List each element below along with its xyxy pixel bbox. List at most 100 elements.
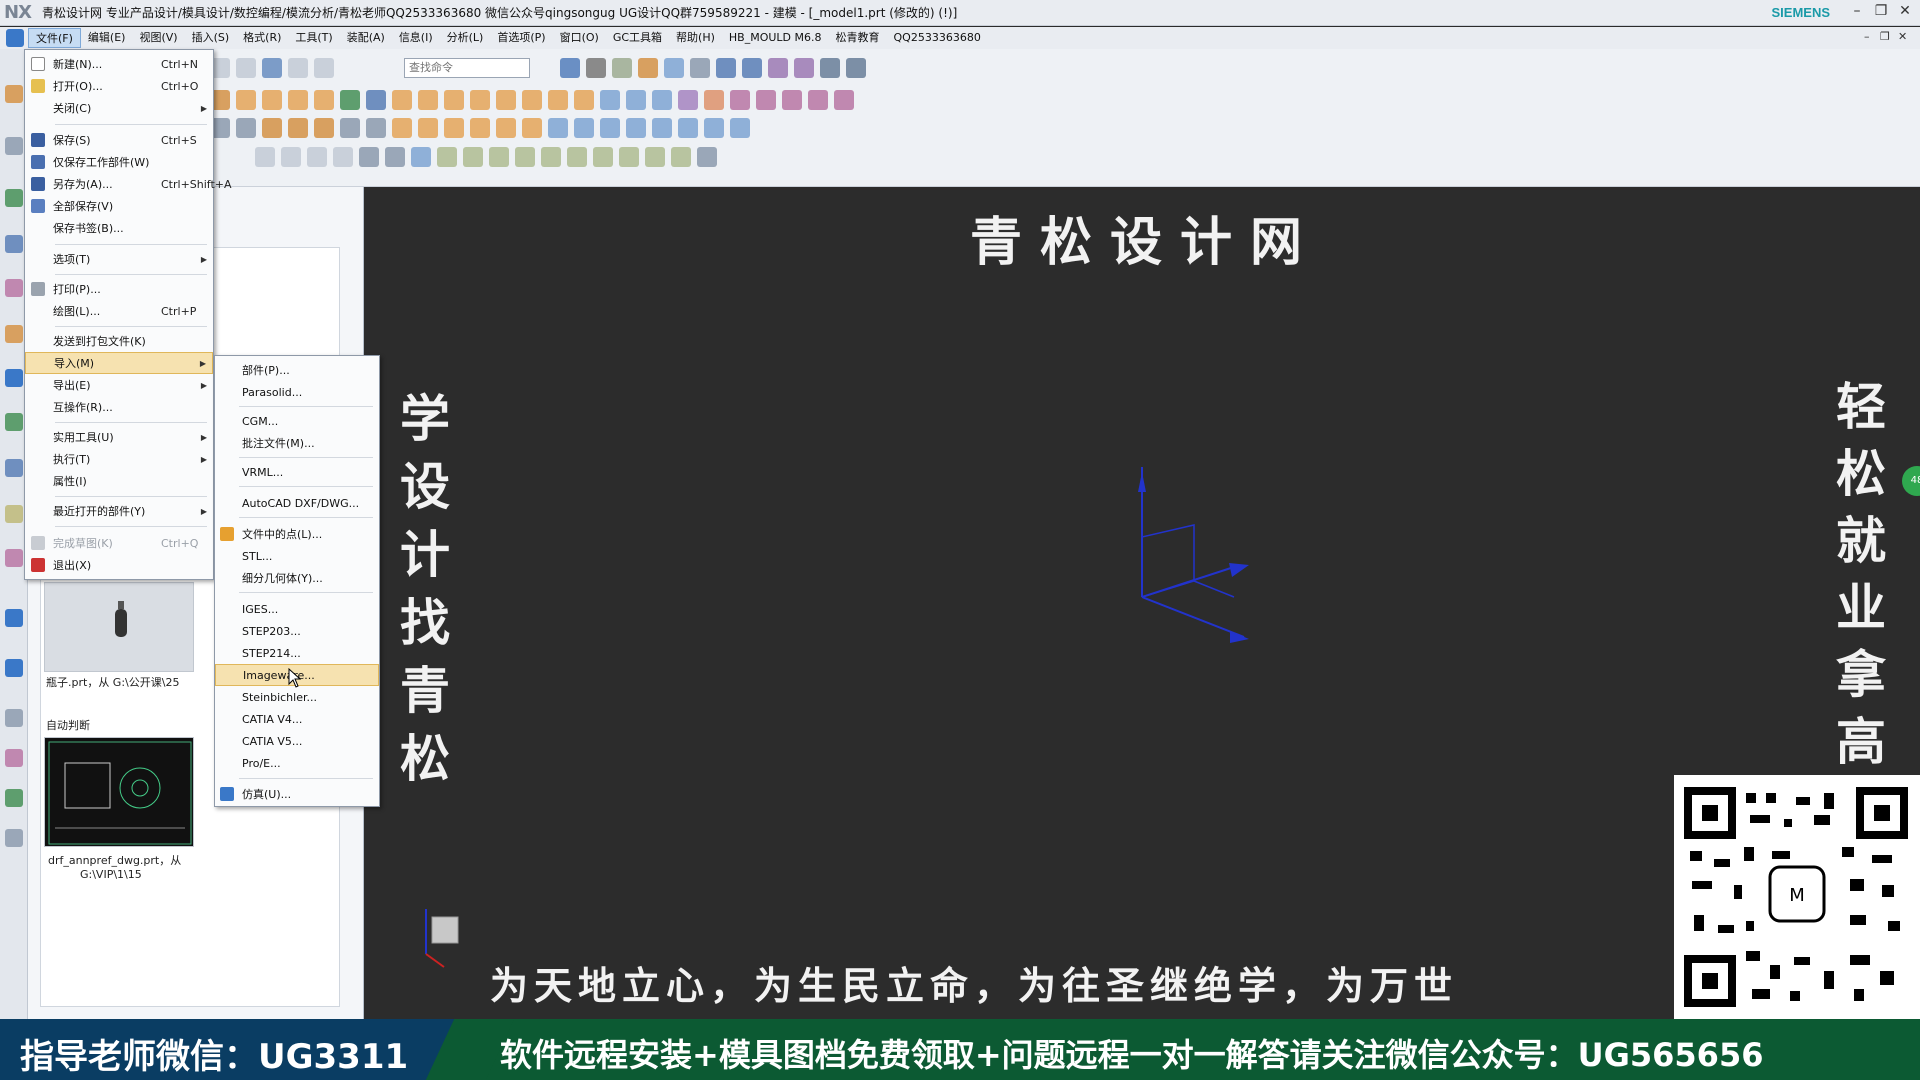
mirror-icon[interactable] bbox=[366, 90, 386, 110]
fillet-curve-icon[interactable] bbox=[470, 118, 490, 138]
import-subdivision-geometry[interactable]: 细分几何体(Y)... bbox=[215, 567, 379, 589]
general-selection-icon[interactable] bbox=[281, 147, 301, 167]
menu-item-execute[interactable]: 执行(T) ▶ bbox=[25, 448, 213, 470]
menu-edit[interactable]: 编辑(E) bbox=[81, 28, 133, 48]
import-step203[interactable]: STEP203... bbox=[215, 620, 379, 642]
menu-analysis[interactable]: 分析(L) bbox=[440, 28, 491, 48]
menu-item-properties[interactable]: 属性(I) bbox=[25, 470, 213, 492]
import-simulation[interactable]: 仿真(U)... bbox=[215, 783, 379, 805]
web-browser-icon[interactable] bbox=[5, 325, 23, 343]
close-icon[interactable]: ✕ bbox=[1894, 3, 1916, 19]
menu-item-send-to-package[interactable]: 发送到打包文件(K) bbox=[25, 330, 213, 352]
snap-icon[interactable] bbox=[768, 58, 788, 78]
bridge-curve-icon[interactable] bbox=[366, 118, 386, 138]
restore-icon[interactable]: ❐ bbox=[1870, 3, 1892, 19]
extend-curve-icon[interactable] bbox=[496, 118, 516, 138]
measure-icon[interactable] bbox=[846, 58, 866, 78]
menu-tools[interactable]: 工具(T) bbox=[288, 28, 339, 48]
roles-icon[interactable] bbox=[5, 549, 23, 567]
unite-icon[interactable] bbox=[314, 90, 334, 110]
import-steinbichler[interactable]: Steinbichler... bbox=[215, 686, 379, 708]
menu-item-save-work-part[interactable]: 仅保存工作部件(W) bbox=[25, 151, 213, 173]
doc-minimize-icon[interactable]: – bbox=[1864, 30, 1870, 43]
studio-surface-icon[interactable] bbox=[626, 118, 646, 138]
system-scenes-icon[interactable] bbox=[5, 609, 23, 627]
body-select-icon[interactable] bbox=[411, 147, 431, 167]
menu-item-interoperate[interactable]: 互操作(R)... bbox=[25, 396, 213, 418]
menu-qq[interactable]: QQ2533363680 bbox=[887, 28, 988, 48]
arc-icon[interactable] bbox=[262, 118, 282, 138]
import-catia-v5[interactable]: CATIA V5... bbox=[215, 730, 379, 752]
pattern-icon[interactable] bbox=[288, 90, 308, 110]
undo-icon[interactable] bbox=[262, 58, 282, 78]
divide-curve-icon[interactable] bbox=[444, 118, 464, 138]
render-style-icon[interactable] bbox=[586, 58, 606, 78]
menu-info[interactable]: 信息(I) bbox=[392, 28, 440, 48]
grid-icon[interactable] bbox=[697, 147, 717, 167]
list-icon[interactable] bbox=[5, 829, 23, 847]
cone-icon[interactable] bbox=[574, 90, 594, 110]
constraint-navigator-icon[interactable] bbox=[5, 137, 23, 155]
snap-point-icon[interactable] bbox=[437, 147, 457, 167]
menu-item-save-as[interactable]: 另存为(A)... Ctrl+Shift+A bbox=[25, 173, 232, 195]
selection-scope-icon[interactable] bbox=[255, 147, 275, 167]
trim-curve-icon[interactable] bbox=[418, 118, 438, 138]
drafting-icon[interactable] bbox=[5, 789, 23, 807]
move-face-icon[interactable] bbox=[704, 90, 724, 110]
menu-item-save-all[interactable]: 全部保存(V) bbox=[25, 195, 213, 217]
import-step214[interactable]: STEP214... bbox=[215, 642, 379, 664]
redo-icon[interactable] bbox=[288, 58, 308, 78]
point-on-face-icon[interactable] bbox=[671, 147, 691, 167]
menu-insert[interactable]: 插入(S) bbox=[185, 28, 237, 48]
reuse-library-icon[interactable] bbox=[5, 235, 23, 253]
menu-item-exit[interactable]: 退出(X) bbox=[25, 554, 213, 576]
history-icon[interactable] bbox=[5, 369, 23, 387]
hd3d-tools-icon[interactable] bbox=[5, 279, 23, 297]
block-icon[interactable] bbox=[522, 90, 542, 110]
history-thumb-bottle[interactable] bbox=[44, 582, 194, 672]
endpoint-icon[interactable] bbox=[463, 147, 483, 167]
menu-item-close[interactable]: 关闭(C) ▶ bbox=[25, 97, 213, 119]
trim-body-icon[interactable] bbox=[340, 90, 360, 110]
journal-icon[interactable] bbox=[5, 659, 23, 677]
swept-icon[interactable] bbox=[574, 118, 594, 138]
through-curves-icon[interactable] bbox=[392, 118, 412, 138]
delete-face-icon[interactable] bbox=[756, 90, 776, 110]
sphere-icon[interactable] bbox=[600, 90, 620, 110]
manufacturing-wizard-icon[interactable] bbox=[5, 505, 23, 523]
menu-window[interactable]: 窗口(O) bbox=[553, 28, 606, 48]
hole-icon[interactable] bbox=[262, 90, 282, 110]
import-parasolid[interactable]: Parasolid... bbox=[215, 381, 379, 403]
boss-icon[interactable] bbox=[626, 90, 646, 110]
menu-item-print[interactable]: 打印(P)... bbox=[25, 278, 213, 300]
minimize-icon[interactable]: – bbox=[1846, 3, 1868, 19]
pull-face-icon[interactable] bbox=[834, 90, 854, 110]
sew-icon[interactable] bbox=[678, 118, 698, 138]
draft-icon[interactable] bbox=[418, 90, 438, 110]
surface-icon[interactable] bbox=[548, 118, 568, 138]
palette-icon[interactable] bbox=[5, 749, 23, 767]
offset-region-icon[interactable] bbox=[808, 90, 828, 110]
trim-sheet-icon[interactable] bbox=[652, 118, 672, 138]
menu-preferences[interactable]: 首选项(P) bbox=[490, 28, 552, 48]
quadrant-icon[interactable] bbox=[593, 147, 613, 167]
menu-item-plot[interactable]: 绘图(L)... Ctrl+P bbox=[25, 300, 213, 322]
import-iges[interactable]: IGES... bbox=[215, 598, 379, 620]
doc-restore-icon[interactable]: ❐ bbox=[1880, 30, 1890, 43]
feature-select-icon[interactable] bbox=[385, 147, 405, 167]
menu-assembly[interactable]: 装配(A) bbox=[340, 28, 392, 48]
menu-item-options[interactable]: 选项(T) ▶ bbox=[25, 248, 213, 270]
line-icon[interactable] bbox=[236, 118, 256, 138]
move-object-icon[interactable] bbox=[820, 58, 840, 78]
history-thumb-drawing[interactable] bbox=[44, 737, 194, 847]
menu-file[interactable]: 文件(F) bbox=[28, 28, 81, 48]
menu-item-export[interactable]: 导出(E) ▶ bbox=[25, 374, 213, 396]
import-points-from-file[interactable]: 文件中的点(L)... bbox=[215, 523, 379, 545]
menu-format[interactable]: 格式(R) bbox=[236, 28, 288, 48]
resize-icon[interactable] bbox=[782, 90, 802, 110]
find-command-input[interactable] bbox=[404, 58, 530, 78]
import-part[interactable]: 部件(P)... bbox=[215, 359, 379, 381]
menu-view[interactable]: 视图(V) bbox=[132, 28, 184, 48]
select-all-icon[interactable] bbox=[307, 147, 327, 167]
system-materials-icon[interactable] bbox=[5, 413, 23, 431]
